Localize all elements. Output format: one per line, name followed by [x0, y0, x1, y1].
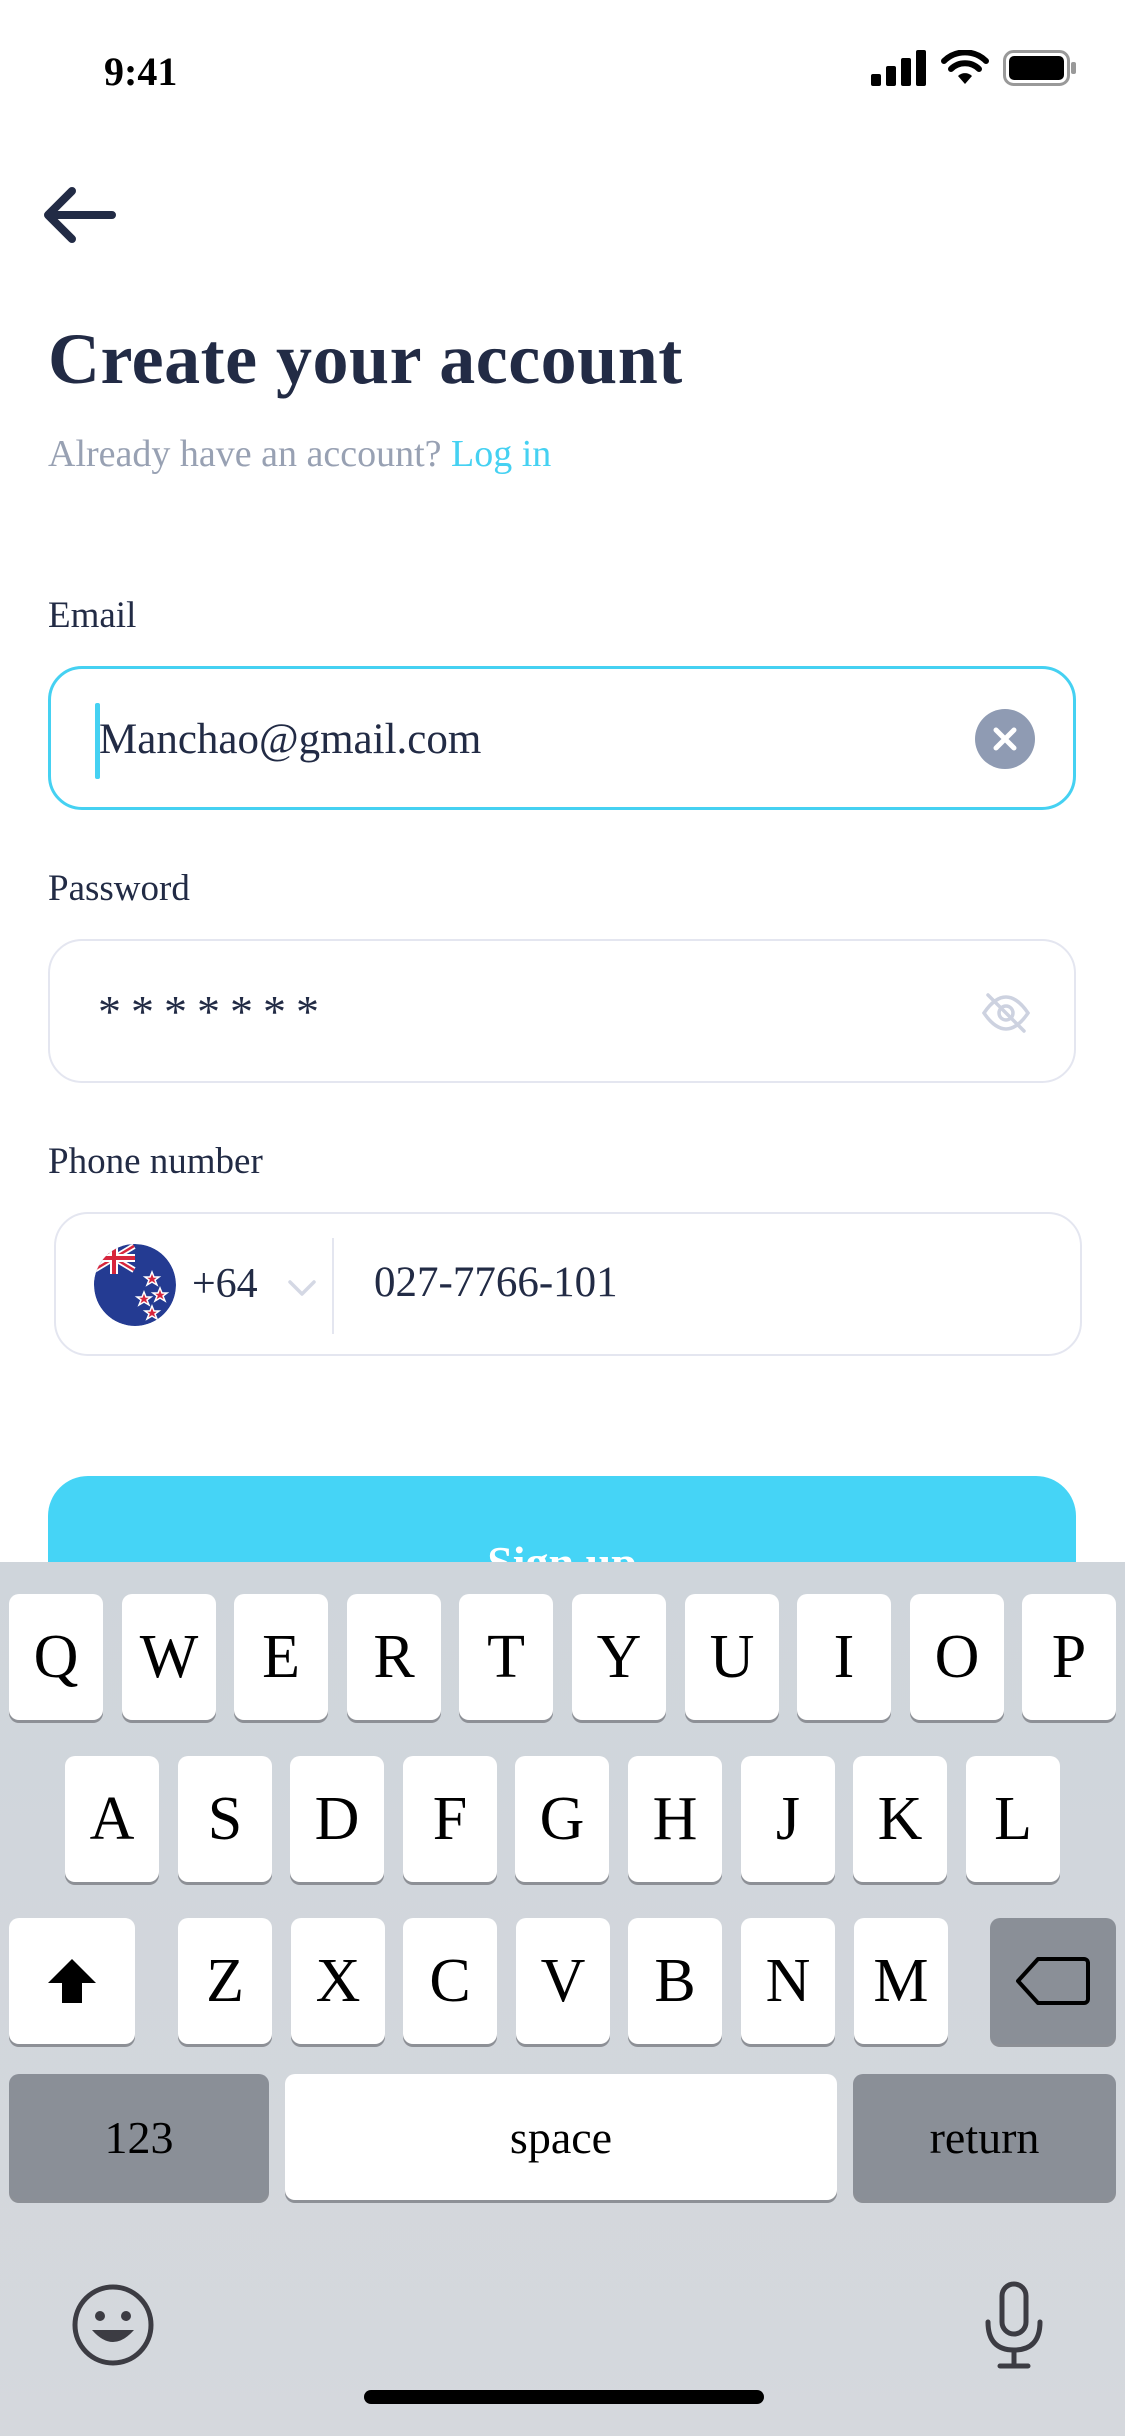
key-l[interactable]: L [966, 1756, 1060, 1882]
shift-key[interactable] [9, 1918, 135, 2044]
country-code[interactable]: +64 [192, 1260, 258, 1308]
key-c[interactable]: C [403, 1918, 497, 2044]
numbers-key[interactable]: 123 [9, 2074, 269, 2200]
arrow-left-icon [44, 187, 116, 243]
key-k[interactable]: K [853, 1756, 947, 1882]
clear-input-button[interactable] [975, 709, 1035, 769]
key-e[interactable]: E [234, 1594, 328, 1720]
key-u[interactable]: U [685, 1594, 779, 1720]
chevron-down-icon[interactable] [284, 1270, 320, 1306]
email-label: Email [48, 595, 137, 636]
key-v[interactable]: V [516, 1918, 610, 2044]
close-icon [993, 727, 1017, 751]
page-title: Create your account [48, 319, 683, 399]
key-q[interactable]: Q [9, 1594, 103, 1720]
phone-field[interactable]: +64 027-7766-101 [54, 1212, 1082, 1356]
key-b[interactable]: B [628, 1918, 722, 2044]
signal-icon [871, 50, 926, 86]
key-i[interactable]: I [797, 1594, 891, 1720]
password-field[interactable]: ******* [48, 939, 1076, 1083]
key-m[interactable]: M [854, 1918, 948, 2044]
space-key[interactable]: space [285, 2074, 837, 2200]
wifi-icon [941, 50, 989, 84]
key-r[interactable]: R [347, 1594, 441, 1720]
key-x[interactable]: X [291, 1918, 385, 2044]
password-label: Password [48, 868, 190, 909]
return-key[interactable]: return [853, 2074, 1116, 2200]
key-y[interactable]: Y [572, 1594, 666, 1720]
key-p[interactable]: P [1022, 1594, 1116, 1720]
backspace-key[interactable] [990, 1918, 1116, 2044]
backspace-icon [1016, 1957, 1090, 2005]
key-h[interactable]: H [628, 1756, 722, 1882]
phone-value: 027-7766-101 [374, 1259, 618, 1306]
key-f[interactable]: F [403, 1756, 497, 1882]
key-z[interactable]: Z [178, 1918, 272, 2044]
key-o[interactable]: O [910, 1594, 1004, 1720]
emoji-icon[interactable] [70, 2282, 156, 2368]
new-zealand-flag-icon[interactable] [94, 1244, 176, 1326]
phone-divider [332, 1238, 334, 1334]
phone-label: Phone number [48, 1141, 263, 1182]
email-value: Manchao@gmail.com [99, 716, 482, 763]
home-indicator [364, 2390, 764, 2404]
eye-off-icon[interactable] [978, 985, 1034, 1041]
key-g[interactable]: G [515, 1756, 609, 1882]
key-s[interactable]: S [178, 1756, 272, 1882]
status-icons [871, 50, 1077, 86]
shift-icon [48, 1959, 96, 2003]
subtitle-text: Already have an account? [48, 433, 452, 475]
key-t[interactable]: T [459, 1594, 553, 1720]
status-time: 9:41 [104, 49, 178, 94]
email-field[interactable]: Manchao@gmail.com [48, 666, 1076, 810]
back-button[interactable] [40, 180, 120, 250]
microphone-icon[interactable] [982, 2280, 1046, 2372]
key-j[interactable]: J [741, 1756, 835, 1882]
key-a[interactable]: A [65, 1756, 159, 1882]
key-w[interactable]: W [122, 1594, 216, 1720]
key-d[interactable]: D [290, 1756, 384, 1882]
battery-icon [1003, 50, 1076, 86]
subtitle: Already have an account? Log in [48, 432, 551, 476]
key-n[interactable]: N [741, 1918, 835, 2044]
password-value: ******* [98, 986, 329, 1037]
login-link[interactable]: Log in [451, 433, 551, 475]
